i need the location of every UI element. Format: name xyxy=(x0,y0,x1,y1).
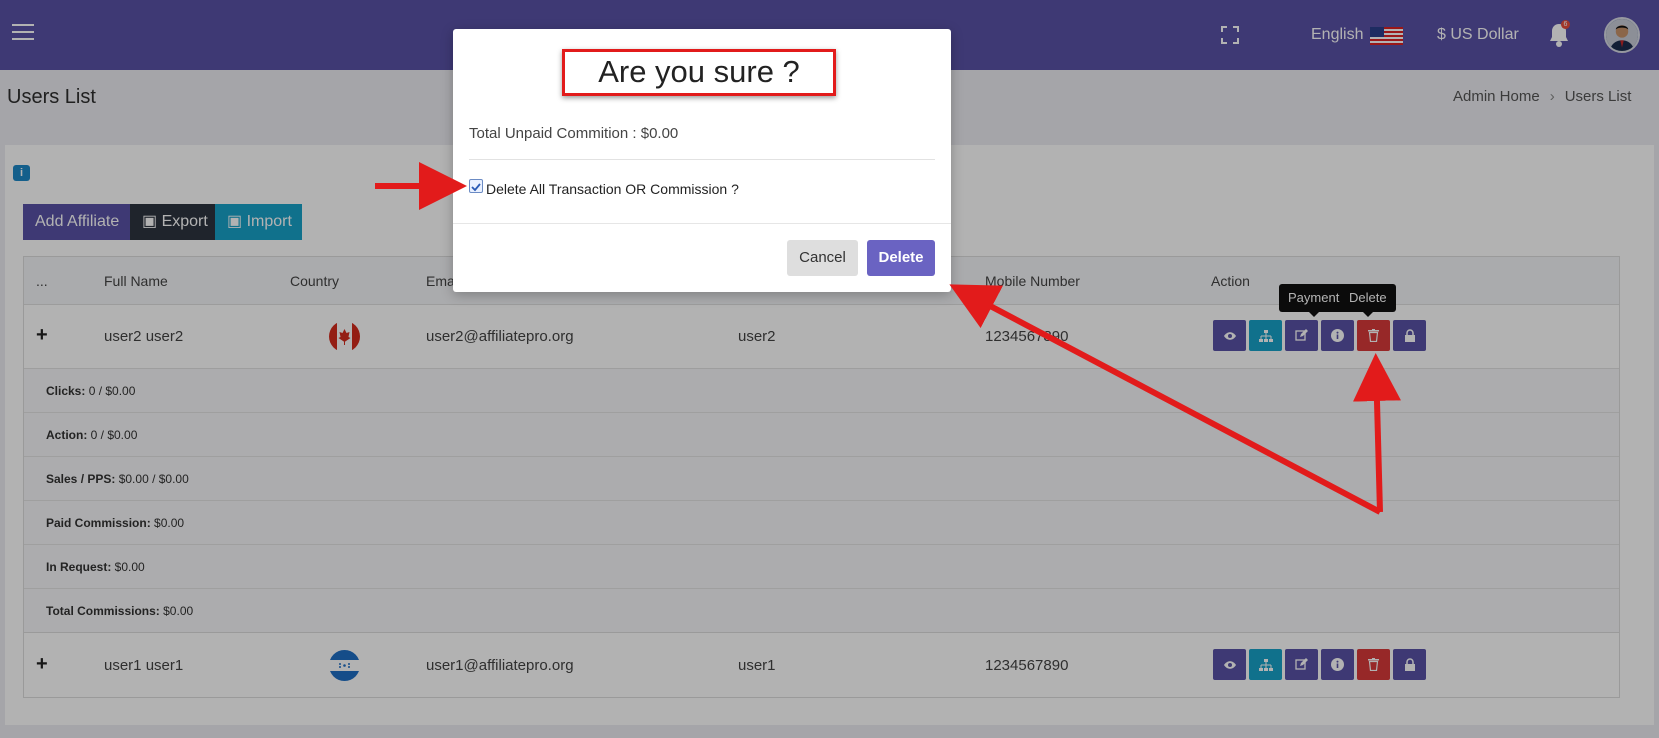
delete-transactions-checkbox[interactable] xyxy=(469,179,483,193)
confirm-delete-button[interactable]: Delete xyxy=(867,240,935,276)
checkbox-label[interactable]: Delete All Transaction OR Commission ? xyxy=(486,181,739,197)
divider xyxy=(453,223,951,224)
check-icon xyxy=(471,183,481,192)
confirm-dialog: Are you sure ? Total Unpaid Commition : … xyxy=(453,29,951,292)
divider xyxy=(469,159,935,160)
dialog-title: Are you sure ? xyxy=(562,49,836,96)
cancel-button[interactable]: Cancel xyxy=(787,240,858,276)
unpaid-commission-text: Total Unpaid Commition : $0.00 xyxy=(469,125,679,142)
